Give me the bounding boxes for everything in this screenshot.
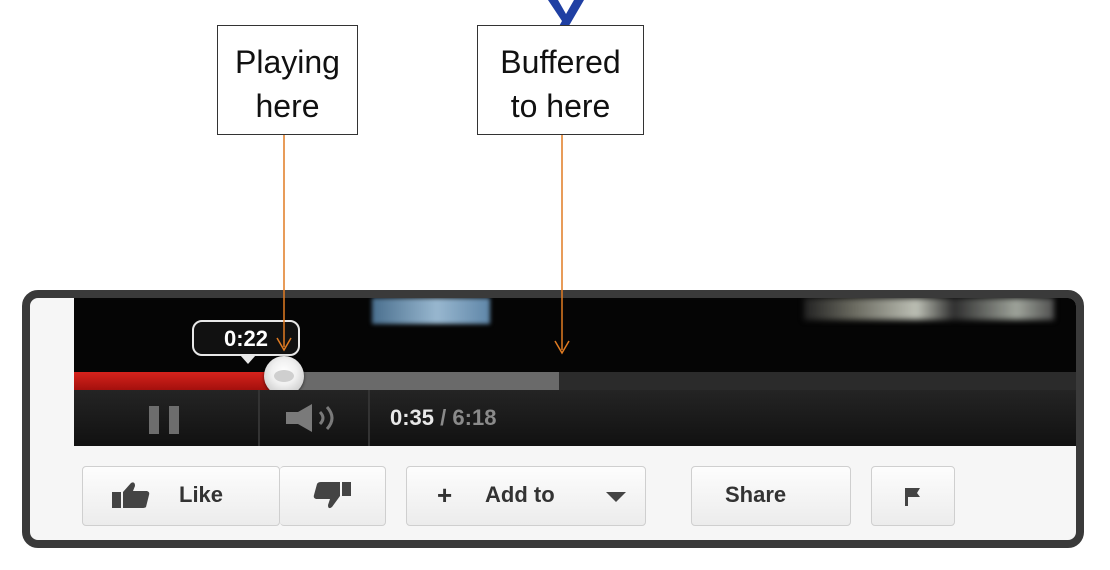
video-frame[interactable]: 0:22 0:35 / 6:18 <box>74 298 1076 446</box>
caret-down-icon <box>606 492 626 502</box>
like-button[interactable]: Like <box>82 466 280 526</box>
time-display: 0:35 / 6:18 <box>390 390 496 446</box>
hover-time-tooltip: 0:22 <box>192 320 300 364</box>
thumbs-down-icon <box>313 482 351 509</box>
like-label: Like <box>179 482 224 507</box>
flag-button[interactable] <box>871 466 955 526</box>
playing-here-callout: Playing here <box>217 25 358 135</box>
pause-icon <box>149 406 189 434</box>
callout-buffered-line2: to here <box>510 88 611 124</box>
video-content-highlight <box>372 298 490 324</box>
played-progress <box>74 372 286 390</box>
plus-icon: + <box>437 480 453 510</box>
callout-playing-line2: here <box>255 88 320 124</box>
share-button[interactable]: Share <box>691 466 851 526</box>
callout-playing-line1: Playing <box>235 44 340 80</box>
video-player: 0:22 0:35 / 6:18 Like + Add to Share <box>22 290 1084 548</box>
time-separator: / <box>434 405 453 430</box>
volume-icon <box>286 404 334 432</box>
share-label: Share <box>725 482 787 507</box>
add-to-label: Add to <box>485 482 555 507</box>
video-content-highlight <box>804 298 1054 320</box>
volume-button[interactable] <box>260 390 370 446</box>
player-controls: 0:35 / 6:18 <box>74 390 1076 446</box>
flag-icon <box>905 488 920 506</box>
buffered-to-here-callout: Buffered to here <box>477 25 644 135</box>
video-actions-row: Like + Add to Share <box>74 458 1076 528</box>
callout-buffered-line1: Buffered <box>500 44 621 80</box>
total-duration: 6:18 <box>452 405 497 430</box>
dislike-button[interactable] <box>280 466 386 526</box>
pause-button[interactable] <box>74 390 260 446</box>
add-to-button[interactable]: + Add to <box>406 466 646 526</box>
current-time: 0:35 <box>390 405 435 430</box>
progress-bar[interactable] <box>74 372 1076 390</box>
thumbs-up-icon <box>112 482 150 508</box>
